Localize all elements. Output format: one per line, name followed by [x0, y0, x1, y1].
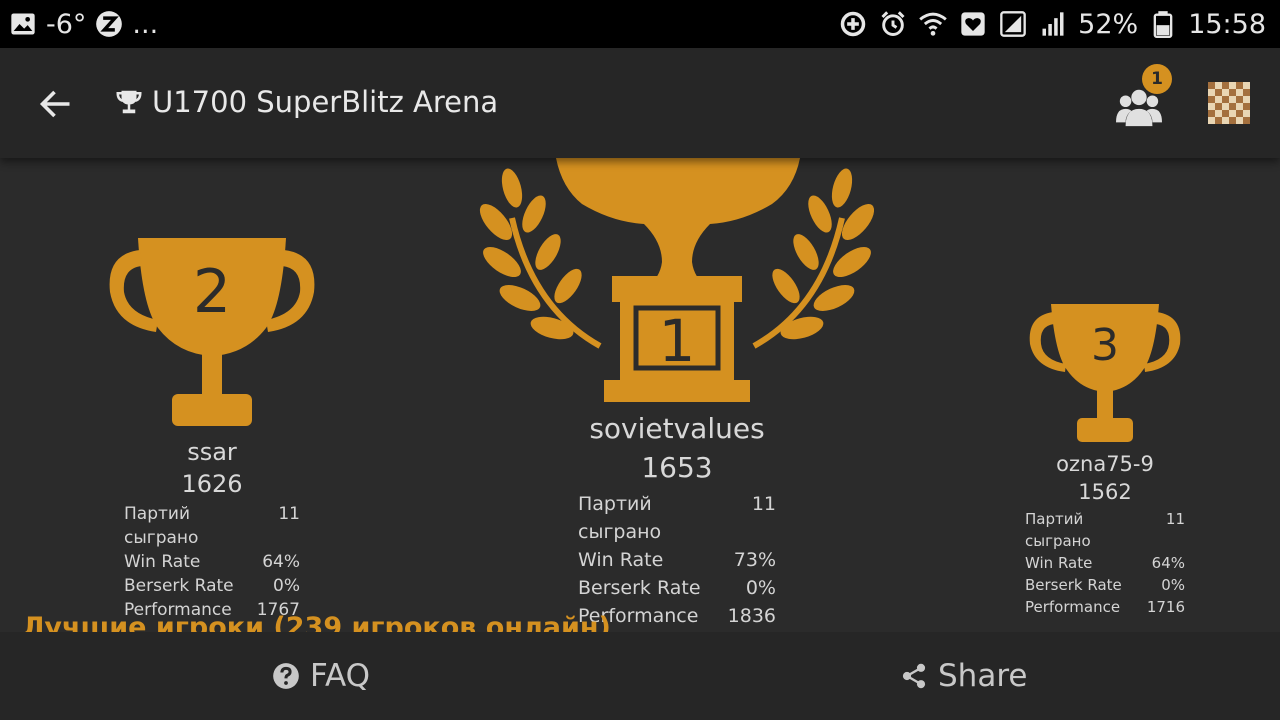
cell-signal-icon: [1038, 9, 1068, 39]
data-saver-icon: [838, 9, 868, 39]
stat-value: 64%: [1151, 554, 1185, 572]
stat-value: 11: [278, 504, 300, 524]
trophy-third-icon: 3: [1005, 302, 1205, 444]
share-icon: [902, 663, 926, 689]
z-app-icon: [94, 9, 124, 39]
trophy-first-icon: 1: [462, 158, 892, 404]
temperature-text: -6°: [46, 8, 87, 40]
podium-first: 1 sovietvalues 1653 Партий сыграно 11 Wi…: [462, 158, 892, 630]
chessboard-icon: [1208, 82, 1250, 124]
player-name[interactable]: sovietvalues: [462, 412, 892, 445]
stat-label: Партий сыграно: [124, 504, 199, 548]
app-bar: U1700 SuperBlitz Arena 1: [0, 48, 1280, 158]
question-circle-icon: [273, 663, 299, 689]
clock-text: 15:58: [1188, 8, 1266, 40]
stat-label: Berserk Rate: [1025, 576, 1122, 594]
nfc-signal-icon: [998, 9, 1028, 39]
battery-icon: [1148, 9, 1178, 39]
podium-section: 2 ssar 1626 Партий сыграно 11 Win Rate 64%…: [0, 158, 1280, 632]
trophy-second-icon: 2: [92, 236, 332, 428]
stat-label: Berserk Rate: [578, 577, 701, 599]
arrow-left-icon: [39, 90, 70, 118]
alarm-icon: [878, 9, 908, 39]
stat-label: Партий сыграно: [578, 493, 662, 543]
page-title: U1700 SuperBlitz Arena: [114, 76, 498, 128]
faq-button[interactable]: FAQ: [272, 632, 370, 720]
podium-third: 3 ozna75-9 1562 Партий сыграно 11 Win Rat…: [1005, 302, 1205, 618]
player-rating: 1653: [641, 451, 713, 484]
status-bar: -6° ... 52% 15:58: [0, 0, 1280, 48]
player-name[interactable]: ssar: [92, 438, 332, 466]
share-button[interactable]: Share: [900, 632, 1027, 720]
stat-value: 1836: [727, 605, 776, 627]
board-button[interactable]: [1208, 82, 1250, 124]
stat-value: 1716: [1146, 598, 1185, 616]
podium-second: 2 ssar 1626 Партий сыграно 11 Win Rate 64%…: [92, 236, 332, 622]
leaderboard-heading: Лучшие игроки (239 игроков онлайн): [22, 612, 611, 632]
tournament-title: U1700 SuperBlitz Arena: [152, 85, 499, 119]
bottom-bar: FAQ Share: [0, 632, 1280, 720]
stat-value: 0%: [1161, 576, 1185, 594]
player-stats: Партий сыграно 11 Win Rate 64% Berserk Rat…: [124, 502, 300, 622]
battery-percent-text: 52%: [1078, 8, 1139, 40]
stat-label: Win Rate: [124, 552, 201, 572]
stat-label: Berserk Rate: [124, 576, 234, 596]
player-name[interactable]: ozna75-9: [1005, 452, 1205, 476]
players-button[interactable]: 1: [1112, 64, 1172, 130]
player-rating: 1626: [181, 470, 243, 498]
rank-first-text: 1: [659, 307, 696, 375]
trophy-icon: [116, 90, 142, 114]
player-stats: Партий сыграно 11 Win Rate 73% Berserk Rat…: [578, 490, 776, 630]
player-rating: 1562: [1078, 480, 1132, 504]
heart-app-icon: [958, 9, 988, 39]
stat-value: 0%: [745, 577, 776, 599]
back-button[interactable]: [30, 78, 82, 130]
stat-label: Performance: [1025, 598, 1121, 616]
stat-label: Партий сыграно: [1025, 510, 1091, 550]
more-notifications-text: ...: [132, 8, 159, 40]
stat-value: 11: [1165, 510, 1185, 528]
stat-value: 64%: [262, 552, 300, 572]
faq-label: FAQ: [310, 658, 371, 694]
player-stats: Партий сыграно 11 Win Rate 64% Berserk Rat…: [1025, 508, 1185, 618]
stat-value: 0%: [273, 576, 300, 596]
stat-label: Win Rate: [1025, 554, 1093, 572]
rank-second-text: 2: [193, 257, 231, 327]
stat-label: Win Rate: [578, 549, 664, 571]
stat-value: 11: [751, 493, 776, 515]
image-notification-icon: [8, 9, 38, 39]
players-count-badge: 1: [1142, 64, 1172, 94]
stat-value: 73%: [733, 549, 776, 571]
wifi-icon: [918, 9, 948, 39]
share-label: Share: [938, 658, 1028, 694]
rank-third-text: 3: [1091, 320, 1119, 371]
